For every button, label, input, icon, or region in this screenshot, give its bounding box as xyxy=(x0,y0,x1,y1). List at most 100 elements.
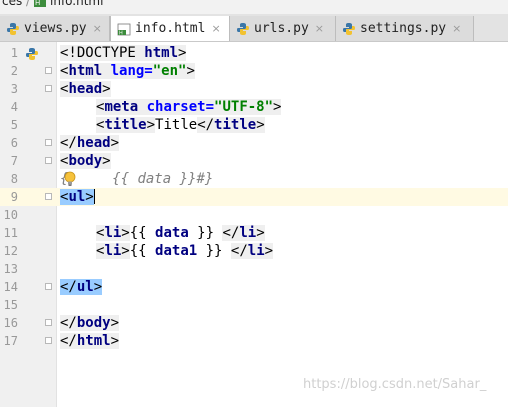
body-open-tag: <body> xyxy=(60,153,111,169)
code-text: </ul> xyxy=(60,278,103,296)
template-variable: data xyxy=(155,225,189,241)
fold-toggle-icon[interactable] xyxy=(45,85,52,92)
code-text: <ul> xyxy=(60,188,95,206)
tab-label: urls.py xyxy=(254,21,309,36)
close-icon[interactable]: × xyxy=(211,22,220,35)
doctype-tag: <!DOCTYPE html> xyxy=(60,45,187,61)
code-line: 3 <head> xyxy=(0,80,508,98)
python-icon xyxy=(6,22,20,36)
code-editor[interactable]: 1 <!DOCTYPE html> 2 <html lang="en"> 3 <… xyxy=(0,42,508,407)
line-number: 10 xyxy=(3,208,18,222)
fold-toggle-icon[interactable] xyxy=(45,157,52,164)
meta-tag: <meta charset="UTF-8"> xyxy=(96,99,282,115)
tab-views-py[interactable]: views.py × xyxy=(0,16,110,41)
line-number: 12 xyxy=(3,244,18,258)
code-text: <li>{{ data }} </li> xyxy=(96,224,265,242)
code-text: <li>{{ data1 }} </li> xyxy=(96,242,274,260)
tab-label: views.py xyxy=(24,21,87,36)
code-line: 7 <body> xyxy=(0,152,508,170)
code-line: 2 <html lang="en"> xyxy=(0,62,508,80)
fold-toggle-icon[interactable] xyxy=(45,337,52,344)
code-line: 6 </head> xyxy=(0,134,508,152)
breadcrumb-item-folder[interactable]: ces xyxy=(2,0,22,8)
ul-open-tag: <ul> xyxy=(60,189,94,205)
template-brace: }} xyxy=(188,225,223,241)
body-close-tag: </body> xyxy=(60,315,120,331)
line-number: 8 xyxy=(10,172,18,186)
li-close-tag: </li> xyxy=(222,225,265,241)
code-line: 11 <li>{{ data }} </li> xyxy=(0,224,508,242)
code-text: </body> xyxy=(60,314,120,332)
fold-toggle-icon[interactable] xyxy=(45,193,52,200)
close-icon[interactable]: × xyxy=(452,22,461,35)
line-number: 2 xyxy=(10,64,18,78)
line-number: 5 xyxy=(10,118,18,132)
line-number: 14 xyxy=(3,280,18,294)
text-cursor xyxy=(93,189,95,204)
breadcrumb: ces / H info.html xyxy=(0,0,508,14)
code-line: 4 <meta charset="UTF-8"> xyxy=(0,98,508,116)
code-text: </head> xyxy=(60,134,120,152)
code-line: 5 <title>Title</title> xyxy=(0,116,508,134)
line-number: 15 xyxy=(3,298,18,312)
python-icon xyxy=(236,22,250,36)
line-number: 9 xyxy=(10,190,18,204)
python-icon xyxy=(342,22,356,36)
html-open-tag: <html lang="en"> xyxy=(60,63,195,79)
line-number: 11 xyxy=(3,226,18,240)
line-number: 13 xyxy=(3,262,18,276)
svg-text:H: H xyxy=(119,30,123,36)
title-close-tag: </title> xyxy=(197,117,265,133)
line-number: 16 xyxy=(3,316,18,330)
template-brace: }} xyxy=(197,243,231,259)
line-number: 1 xyxy=(10,46,18,60)
fold-toggle-icon[interactable] xyxy=(45,139,52,146)
code-text: { {{ data }}#} xyxy=(60,170,213,188)
svg-text:H: H xyxy=(35,0,40,7)
title-open-tag: <title> xyxy=(96,117,156,133)
code-line: 13 xyxy=(0,260,508,278)
code-text: <html lang="en"> xyxy=(60,62,195,80)
template-variable: data1 xyxy=(155,243,198,259)
code-line: 16 </body> xyxy=(0,314,508,332)
li-close-tag: </li> xyxy=(230,243,274,259)
li-open-tag: <li> xyxy=(96,225,130,241)
html-file-icon: H xyxy=(34,0,46,10)
breadcrumb-item-file[interactable]: info.html xyxy=(50,0,103,8)
code-line: 15 xyxy=(0,296,508,314)
code-text: <title>Title</title> xyxy=(96,116,265,134)
close-icon[interactable]: × xyxy=(93,22,102,35)
li-open-tag: <li> xyxy=(96,243,130,259)
line-number: 4 xyxy=(10,100,18,114)
tab-urls-py[interactable]: urls.py × xyxy=(230,16,336,41)
ul-close-tag: </ul> xyxy=(60,279,103,295)
code-line-current: 9 <ul> xyxy=(0,188,508,206)
code-line: 1 <!DOCTYPE html> xyxy=(0,44,508,62)
watermark-text: https://blog.csdn.net/Sahar_ xyxy=(303,377,487,392)
fold-toggle-icon[interactable] xyxy=(45,283,52,290)
code-line: 17 </html> xyxy=(0,332,508,350)
title-text: Title xyxy=(155,117,198,133)
tab-info-html[interactable]: H info.html × xyxy=(110,16,230,41)
code-text: <!DOCTYPE html> xyxy=(60,44,187,62)
breadcrumb-separator: / xyxy=(26,0,31,8)
html-file-icon: H xyxy=(117,22,131,36)
line-number: 3 xyxy=(10,82,18,96)
code-text: <meta charset="UTF-8"> xyxy=(96,98,282,116)
code-line: 10 xyxy=(0,206,508,224)
code-text: <head> xyxy=(60,80,111,98)
template-brace: {{ xyxy=(129,225,156,241)
fold-toggle-icon[interactable] xyxy=(45,67,52,74)
html-close-tag: </html> xyxy=(60,333,120,349)
editor-tab-bar: views.py × H info.html × urls.py × setti… xyxy=(0,14,508,42)
code-text: <body> xyxy=(60,152,111,170)
fold-toggle-icon[interactable] xyxy=(45,319,52,326)
head-close-tag: </head> xyxy=(60,135,120,151)
head-open-tag: <head> xyxy=(60,81,111,97)
comment-text: {{ data }}#} xyxy=(78,171,214,187)
line-number: 17 xyxy=(3,334,18,348)
tab-settings-py[interactable]: settings.py × xyxy=(336,16,474,41)
code-line: 12 <li>{{ data1 }} </li> xyxy=(0,242,508,260)
close-icon[interactable]: × xyxy=(315,22,324,35)
code-line: 8 { {{ data }}#} xyxy=(0,170,508,188)
